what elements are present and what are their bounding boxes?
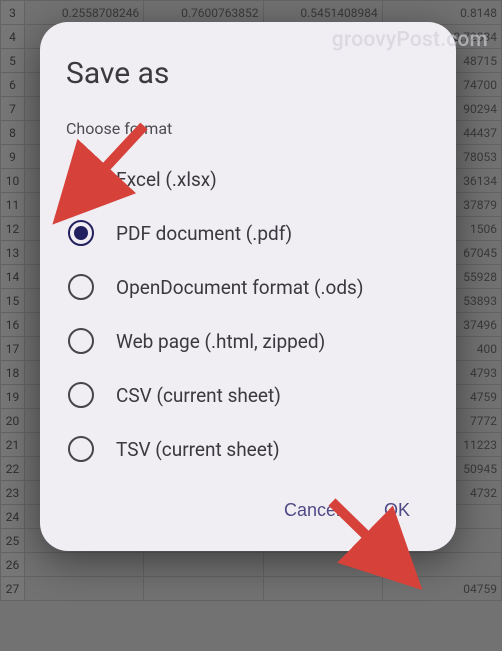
format-option[interactable]: OpenDocument format (.ods) xyxy=(66,260,430,314)
format-options: Excel (.xlsx) PDF document (.pdf) OpenDocu… xyxy=(66,152,430,476)
radio-icon[interactable] xyxy=(68,436,94,462)
format-option-label: Excel (.xlsx) xyxy=(116,168,217,191)
dialog-title: Save as xyxy=(66,56,430,91)
cancel-button[interactable]: Cancel xyxy=(280,494,344,527)
format-option-label: Web page (.html, zipped) xyxy=(116,330,325,353)
format-option-label: CSV (current sheet) xyxy=(116,384,281,407)
save-as-dialog: Save as Choose format Excel (.xlsx) PDF d… xyxy=(40,22,456,551)
format-option[interactable]: PDF document (.pdf) xyxy=(66,206,430,260)
format-option[interactable]: Excel (.xlsx) xyxy=(66,152,430,206)
radio-icon[interactable] xyxy=(68,382,94,408)
ok-button[interactable]: OK xyxy=(380,494,414,527)
format-option-label: PDF document (.pdf) xyxy=(116,222,292,245)
radio-icon[interactable] xyxy=(68,328,94,354)
format-option-label: TSV (current sheet) xyxy=(116,438,280,461)
dialog-subheader: Choose format xyxy=(66,119,430,138)
radio-icon[interactable] xyxy=(68,274,94,300)
radio-icon[interactable] xyxy=(68,166,94,192)
format-option[interactable]: TSV (current sheet) xyxy=(66,422,430,476)
format-option[interactable]: Web page (.html, zipped) xyxy=(66,314,430,368)
radio-icon[interactable] xyxy=(68,220,94,246)
format-option-label: OpenDocument format (.ods) xyxy=(116,276,363,299)
dialog-actions: Cancel OK xyxy=(66,476,430,537)
format-option[interactable]: CSV (current sheet) xyxy=(66,368,430,422)
dialog-scrim: Save as Choose format Excel (.xlsx) PDF d… xyxy=(0,0,502,651)
watermark: groovyPost.com xyxy=(332,28,488,52)
